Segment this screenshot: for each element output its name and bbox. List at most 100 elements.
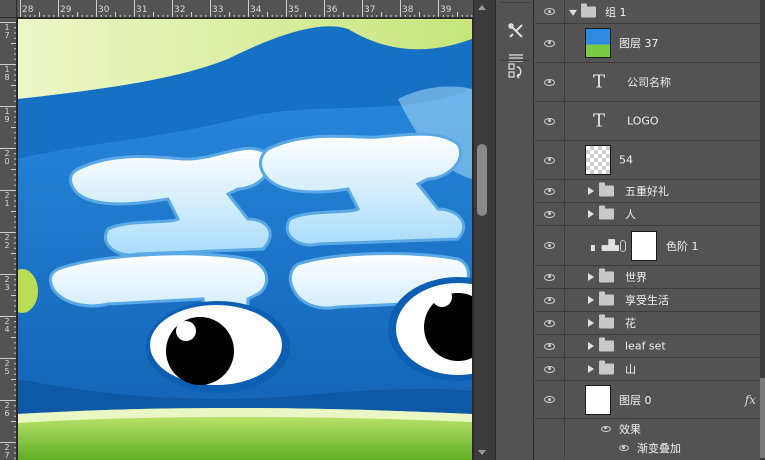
- group-expand-icon[interactable]: [588, 319, 594, 327]
- layer-row[interactable]: 图层 37: [535, 24, 760, 63]
- eye-icon[interactable]: [544, 296, 555, 304]
- tools-icon[interactable]: [502, 18, 530, 44]
- ruler-left-label: 19: [4, 107, 10, 124]
- eye-icon[interactable]: [544, 210, 555, 218]
- canvas-vertical-scrollbar[interactable]: [473, 0, 490, 460]
- layer-thumbnail[interactable]: [585, 384, 611, 415]
- group-expand-icon[interactable]: [588, 342, 594, 350]
- visibility-toggle[interactable]: [535, 312, 565, 334]
- history-icon[interactable]: [502, 58, 530, 84]
- scroll-down-arrow-icon[interactable]: [478, 450, 486, 455]
- eye-icon[interactable]: [544, 365, 555, 373]
- ruler-left-label: 27: [4, 443, 10, 460]
- eye-icon[interactable]: [544, 39, 555, 47]
- ruler-top-label: 35: [288, 5, 300, 15]
- folder-icon: [599, 360, 614, 375]
- visibility-toggle[interactable]: [535, 266, 565, 288]
- effect-item-row[interactable]: 渐变叠加: [535, 438, 760, 458]
- layer-row[interactable]: ▖▗▟▙ 色阶 1: [535, 226, 760, 266]
- effect-item-label: 渐变叠加: [637, 442, 681, 455]
- group-expand-icon[interactable]: [588, 365, 594, 373]
- fx-icon[interactable]: fx: [745, 393, 756, 407]
- visibility-toggle[interactable]: [535, 102, 565, 140]
- ruler-left-label: 25: [4, 359, 10, 376]
- ruler-top-label: 29: [60, 5, 72, 15]
- layer-name: 世界: [625, 271, 647, 284]
- effects-label: 效果: [619, 422, 641, 436]
- eye-icon[interactable]: [544, 273, 555, 281]
- eye-icon[interactable]: [544, 117, 555, 125]
- effects-eye-icon[interactable]: [601, 425, 611, 432]
- layer-group-row[interactable]: 五重好礼: [535, 180, 760, 203]
- visibility-toggle[interactable]: [535, 438, 565, 458]
- layer-group-row[interactable]: 组 1: [535, 0, 760, 24]
- layers-scrollbar[interactable]: [760, 0, 765, 460]
- layers-scroll-thumb[interactable]: [760, 378, 765, 458]
- ruler-top-label: 31: [136, 5, 148, 15]
- layer-name: 花: [625, 317, 636, 330]
- visibility-toggle[interactable]: [535, 226, 565, 265]
- document-image[interactable]: [18, 19, 472, 460]
- layer-group-row[interactable]: 山: [535, 358, 760, 381]
- effects-row[interactable]: 效果: [535, 419, 760, 438]
- ruler-left-label: 17: [4, 23, 10, 40]
- visibility-toggle[interactable]: [535, 0, 565, 23]
- visibility-toggle[interactable]: [535, 203, 565, 225]
- layer-group-row[interactable]: 世界: [535, 266, 760, 289]
- eye-icon[interactable]: [544, 78, 555, 86]
- ruler-left-label: 26: [4, 401, 10, 418]
- eye-icon[interactable]: [544, 396, 555, 403]
- eye-icon[interactable]: [544, 319, 555, 327]
- folder-icon: [599, 314, 614, 329]
- text-layer-icon: T: [593, 110, 606, 132]
- layer-thumbnail[interactable]: [585, 28, 611, 58]
- group-expand-icon[interactable]: [588, 187, 594, 195]
- layer-row[interactable]: T LOGO: [535, 102, 760, 141]
- visibility-toggle[interactable]: [535, 335, 565, 357]
- layer-name: 公司名称: [627, 76, 671, 89]
- layer-name: 图层 37: [619, 37, 659, 50]
- ruler-top-label: 30: [98, 5, 110, 15]
- scroll-up-arrow-icon[interactable]: [478, 5, 486, 10]
- eye-icon[interactable]: [544, 8, 555, 15]
- group-expand-icon[interactable]: [588, 296, 594, 304]
- eye-icon[interactable]: [544, 342, 555, 350]
- eye-icon[interactable]: [544, 156, 555, 164]
- mask-link-icon[interactable]: [620, 239, 626, 252]
- eye-icon[interactable]: [544, 242, 555, 249]
- canvas-area[interactable]: 28 29 30 31 32 33 34 35 36 37 38 39 17 18 19 20 21 22 23 2…: [0, 0, 490, 460]
- visibility-toggle[interactable]: [535, 24, 565, 62]
- ruler-top[interactable]: 28 29 30 31 32 33 34 35 36 37 38 39: [17, 0, 473, 18]
- levels-adjustment-icon: ▖▗▟▙: [591, 240, 619, 251]
- effect-eye-icon[interactable]: [619, 445, 629, 451]
- visibility-toggle[interactable]: [535, 419, 565, 438]
- layer-group-row[interactable]: 享受生活: [535, 289, 760, 312]
- visibility-toggle[interactable]: [535, 180, 565, 202]
- artwork-illustration: [18, 19, 472, 460]
- ruler-left-label: 20: [4, 149, 10, 166]
- ruler-top-label: 34: [250, 5, 262, 15]
- group-expand-icon[interactable]: [588, 273, 594, 281]
- eye-icon[interactable]: [544, 187, 555, 195]
- layer-group-row[interactable]: 人: [535, 203, 760, 226]
- visibility-toggle[interactable]: [535, 289, 565, 311]
- layer-name: leaf set: [625, 339, 666, 353]
- visibility-toggle[interactable]: [535, 141, 565, 179]
- visibility-toggle[interactable]: [535, 381, 565, 418]
- ruler-left[interactable]: 17 18 19 20 21 22 23 24 25 26 27: [0, 18, 17, 460]
- visibility-toggle[interactable]: [535, 63, 565, 101]
- group-expand-icon[interactable]: [588, 210, 594, 218]
- layer-row[interactable]: 54: [535, 141, 760, 180]
- layer-name: 山: [625, 363, 636, 376]
- layer-row[interactable]: 图层 0 fx: [535, 381, 760, 419]
- group-collapse-icon[interactable]: [569, 9, 577, 16]
- layer-name: 色阶 1: [666, 239, 699, 253]
- canvas-scroll-thumb[interactable]: [477, 144, 487, 216]
- layer-group-row[interactable]: 花: [535, 312, 760, 335]
- layer-group-row[interactable]: leaf set: [535, 335, 760, 358]
- folder-icon: [581, 3, 596, 17]
- layer-thumbnail[interactable]: [585, 145, 611, 175]
- layer-mask-thumbnail[interactable]: [631, 230, 657, 261]
- layer-row[interactable]: T 公司名称: [535, 63, 760, 102]
- visibility-toggle[interactable]: [535, 358, 565, 380]
